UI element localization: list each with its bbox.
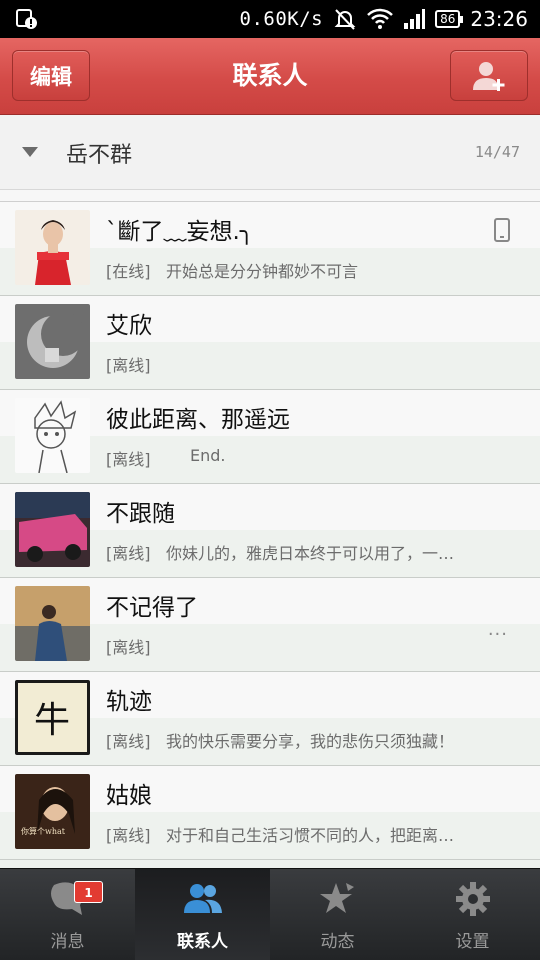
online-status: [在线] [106,262,151,281]
avatar-glyph: 牛 [34,700,70,741]
tab-settings[interactable]: 设置 [405,869,540,960]
signal-icon [404,9,426,29]
title-bar: 编辑 联系人 [0,38,540,115]
clock: 23:26 [470,7,528,31]
wifi-icon [367,8,393,29]
avatar: 牛 [15,680,90,755]
contact-signature: 对于和自己生活习惯不同的人，把距离… [166,826,455,845]
network-speed: 0.60K/s [239,8,324,30]
contact-name: 轨迹 [106,689,152,715]
tab-label: 联系人 [177,932,228,952]
tab-feed[interactable]: 动态 [270,869,405,960]
contact-row[interactable]: 不记得了 [离线] ··· [0,578,540,672]
online-status: [离线] [106,450,151,469]
contact-name: 姑娘 [106,783,152,809]
contact-row[interactable]: 彼此距离、那遥远 [离线] End. [0,390,540,484]
contact-row[interactable]: 你算个what 姑娘 [离线] 对于和自己生活习惯不同的人，把距离… [0,766,540,860]
contact-signature: End. [190,446,226,465]
contact-name: 彼此距离、那遥远 [106,407,290,433]
avatar [15,586,90,661]
contact-signature: 你妹儿的，雅虎日本终于可以用了，一… [166,544,455,563]
contacts-icon [183,884,222,913]
online-status: [离线] [106,826,151,845]
tab-label: 设置 [455,932,490,952]
contact-name: ˋ斷了﹏妄想.╮ [106,219,254,245]
contact-signature: 我的快乐需要分享，我的悲伤只须独藏！ [166,732,455,751]
contact-name: 不记得了 [106,595,198,621]
tab-label: 消息 [50,932,85,952]
contact-signature: 开始总是分分钟都妙不可言 [166,262,359,281]
more-icon[interactable]: ··· [488,624,508,645]
avatar [15,210,90,285]
group-name: 岳不群 [66,143,133,168]
contact-row[interactable]: 艾欣 [离线] [0,296,540,390]
contact-row[interactable]: ˋ斷了﹏妄想.╮ [在线] 开始总是分分钟都妙不可言 [0,202,540,296]
tab-messages[interactable]: 1 消息 [0,869,135,960]
gear-icon [455,882,490,916]
status-bar: 0.60K/s 86 23:26 [0,0,540,38]
contact-name: 不跟随 [106,501,175,527]
contact-row[interactable]: 不跟随 [离线] 你妹儿的，雅虎日本终于可以用了，一… [0,484,540,578]
add-contact-icon [473,61,505,91]
mobile-phone-icon [494,218,510,242]
avatar: 你算个what [15,774,90,849]
avatar-caption: 你算个what [21,826,66,836]
contact-list: ˋ斷了﹏妄想.╮ [在线] 开始总是分分钟都妙不可言 艾欣 [离线] 彼此距离、… [0,202,540,860]
notification-icon [16,9,37,29]
online-status: [离线] [106,544,151,563]
contact-group-header[interactable]: 岳不群 14/47 [0,115,540,190]
avatar [15,304,90,379]
mute-icon [334,9,356,30]
star-icon [319,883,354,913]
battery-indicator: 86 [435,10,464,28]
tab-contacts[interactable]: 联系人 [135,869,270,960]
online-status: [离线] [106,638,151,657]
contact-row[interactable]: 牛 轨迹 [离线] 我的快乐需要分享，我的悲伤只须独藏！ [0,672,540,766]
bottom-tab-bar: 1 消息 联系人 动态 设置 [0,868,540,960]
avatar [15,492,90,567]
online-status: [离线] [106,732,151,751]
group-online-count: 14/47 [474,143,520,161]
add-contact-button[interactable] [450,50,528,101]
tab-label: 动态 [320,932,355,952]
online-status: [离线] [106,356,151,375]
unread-badge: 1 [74,881,103,903]
contact-name: 艾欣 [106,313,152,339]
expand-arrow-icon [22,147,38,157]
avatar [15,398,90,473]
list-divider [0,190,540,202]
